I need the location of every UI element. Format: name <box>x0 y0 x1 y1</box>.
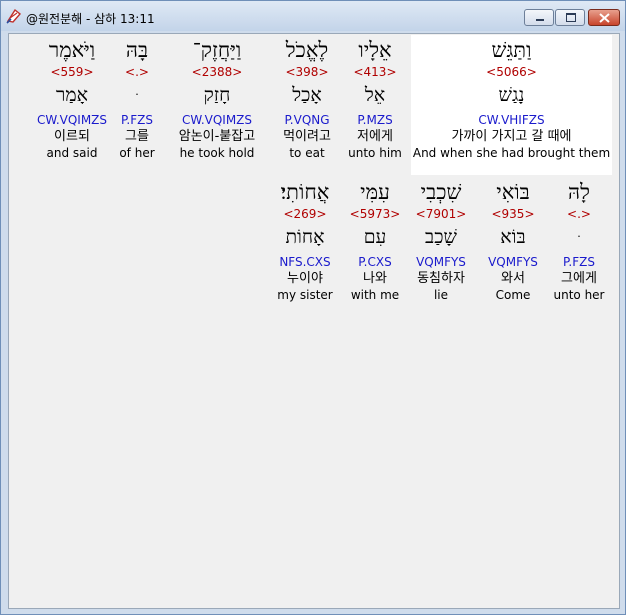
korean-gloss: 가까이 가지고 갈 때에 <box>451 129 572 144</box>
english-gloss: And when she had brought them <box>412 146 611 160</box>
english-gloss: Come <box>495 288 531 302</box>
word-block[interactable]: וַיֹּאמֶר <559> אָמַר CW.VQIMZS 이르되 and … <box>30 35 114 160</box>
minimize-icon <box>536 19 544 21</box>
word-block[interactable]: אֲחוֹתִי׃ <269> אָחוֹת NFS.CXS 누이야 my si… <box>273 177 337 302</box>
korean-gloss: 먹이려고 <box>283 129 331 144</box>
hebrew-lemma: ּ <box>551 223 607 255</box>
morphology-code: VQMFYS <box>416 255 466 269</box>
morphology-code: P.VQNG <box>284 113 330 127</box>
word-block[interactable]: בּוֹאִי <935> בּוֹא VQMFYS 와서 Come <box>483 177 543 302</box>
maximize-button[interactable] <box>555 9 585 26</box>
english-gloss: to eat <box>289 146 325 160</box>
morphology-code: CW.VQIMZS <box>36 113 108 127</box>
strong-number-link[interactable]: <413> <box>345 65 405 81</box>
hebrew-word: וַיֹּאמֶר <box>48 38 96 62</box>
morphology-code: P.MZS <box>357 113 393 127</box>
morphology-code: VQMFYS <box>488 255 538 269</box>
english-gloss: lie <box>433 288 449 302</box>
strong-number-link[interactable]: <935> <box>483 207 543 223</box>
hebrew-word: לֶאֱכֹל <box>285 38 329 62</box>
word-block[interactable]: שִׁכְבִי <7901> שָׁכַב VQMFYS 동침하자 lie <box>411 177 471 302</box>
hebrew-word: עִמִּי <box>360 180 390 204</box>
word-block[interactable]: בָּהּ <.> ּ P.FZS 그를 of her <box>115 35 159 160</box>
korean-gloss: 그를 <box>125 129 149 144</box>
strong-number-link[interactable]: <.> <box>115 65 159 81</box>
english-gloss: he took hold <box>179 146 255 160</box>
strong-number-link[interactable]: <.> <box>551 207 607 223</box>
strong-number-link[interactable]: <2388> <box>169 65 265 81</box>
strong-number-link[interactable]: <5973> <box>349 207 401 223</box>
english-gloss: unto her <box>553 288 605 302</box>
word-block-selected[interactable]: וַתַּגֵּשׁ <5066> נָגַשׁ CW.VHIFZS 가까이 가… <box>411 35 612 160</box>
english-gloss: unto him <box>348 146 402 160</box>
english-gloss: of her <box>119 146 155 160</box>
hebrew-lemma: עִם <box>363 226 387 248</box>
strong-number-link[interactable]: <7901> <box>411 207 471 223</box>
korean-gloss: 와서 <box>501 271 525 286</box>
hebrew-lemma: ּ <box>115 81 159 113</box>
morphology-code: CW.VQIMZS <box>181 113 253 127</box>
hebrew-word: בָּהּ <box>125 38 149 62</box>
morphology-code: NFS.CXS <box>279 255 331 269</box>
strong-number-link[interactable]: <398> <box>271 65 343 81</box>
morphology-code: P.FZS <box>563 255 595 269</box>
korean-gloss: 이르되 <box>54 129 90 144</box>
word-block[interactable]: אֵלָיו <413> אֵל P.MZS 저에게 unto him <box>345 35 405 160</box>
word-block[interactable]: עִמִּי <5973> עִם P.CXS 나와 with me <box>349 177 401 302</box>
korean-gloss: 암논이-붙잡고 <box>178 129 256 144</box>
english-gloss: my sister <box>277 288 333 302</box>
hebrew-lemma: אָמַר <box>56 84 88 106</box>
hebrew-lemma: אֵל <box>364 84 386 106</box>
minimize-button[interactable] <box>524 9 554 26</box>
window-title: @원전분해 - 삼하 13:11 <box>26 12 155 26</box>
korean-gloss: 그에게 <box>561 271 597 286</box>
morphology-code: P.FZS <box>121 113 153 127</box>
hebrew-lemma: אָחוֹת <box>285 226 325 248</box>
korean-gloss: 동침하자 <box>417 271 465 286</box>
strong-number-link[interactable]: <269> <box>273 207 337 223</box>
interlinear-view[interactable]: וַיֹּאמֶר <559> אָמַר CW.VQIMZS 이르되 and … <box>8 33 620 609</box>
hebrew-word: בּוֹאִי <box>496 180 530 204</box>
hebrew-word: שִׁכְבִי <box>420 180 462 204</box>
english-gloss: with me <box>350 288 400 302</box>
close-button[interactable] <box>588 9 620 26</box>
english-gloss: and said <box>46 146 98 160</box>
strong-number-link[interactable]: <559> <box>30 65 114 81</box>
title-bar[interactable]: @원전분해 - 삼하 13:11 <box>1 1 625 31</box>
hebrew-word: וַיַּחֲזֶק־ <box>192 38 242 62</box>
strong-number-link[interactable]: <5066> <box>411 65 612 81</box>
hebrew-word: לָהּ <box>568 180 590 204</box>
app-logo-icon <box>6 8 22 24</box>
korean-gloss: 나와 <box>363 271 387 286</box>
hebrew-lemma: בּוֹא <box>500 226 526 248</box>
hebrew-lemma: נָגַשׁ <box>498 84 525 106</box>
hebrew-lemma: שָׁכַב <box>425 226 457 248</box>
morphology-code: P.CXS <box>358 255 392 269</box>
close-icon <box>599 13 610 23</box>
hebrew-lemma: אָכַל <box>292 84 322 106</box>
korean-gloss: 누이야 <box>287 271 323 286</box>
hebrew-lemma: חָזַק <box>203 84 231 106</box>
morphology-code: CW.VHIFZS <box>478 113 545 127</box>
maximize-icon <box>566 13 576 22</box>
word-block[interactable]: וַיַּחֲזֶק־ <2388> חָזַק CW.VQIMZS 암논이-붙… <box>169 35 265 160</box>
hebrew-word: אֵלָיו <box>358 38 392 62</box>
app-window: @원전분해 - 삼하 13:11 וַיֹּאמֶר <559> אָמַר C… <box>0 0 626 615</box>
hebrew-word: אֲחוֹתִי׃ <box>280 180 330 204</box>
hebrew-word: וַתַּגֵּשׁ <box>491 38 532 62</box>
word-block[interactable]: לָהּ <.> ּ P.FZS 그에게 unto her <box>551 177 607 302</box>
korean-gloss: 저에게 <box>357 129 393 144</box>
word-block[interactable]: לֶאֱכֹל <398> אָכַל P.VQNG 먹이려고 to eat <box>271 35 343 160</box>
